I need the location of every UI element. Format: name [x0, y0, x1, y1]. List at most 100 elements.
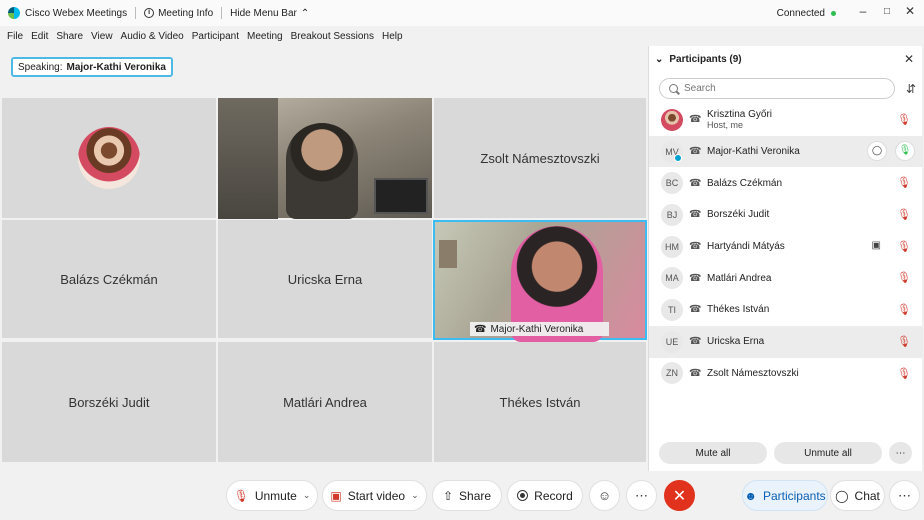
menu-view[interactable]: View	[91, 31, 113, 42]
video-background	[374, 178, 428, 214]
more-options-button[interactable]: ⋯	[626, 480, 657, 511]
mic-muted-icon[interactable]: 🎙	[897, 303, 911, 316]
video-tile-name: Balázs Czékmán	[60, 271, 158, 287]
avatar: BJ	[661, 203, 683, 226]
chevron-up-icon: ⌃	[300, 7, 310, 19]
overflow-button[interactable]: ⋯	[889, 480, 920, 511]
presence-icon	[674, 153, 682, 162]
video-tile-camera[interactable]	[218, 98, 432, 219]
close-window-icon[interactable]: ✕	[901, 4, 919, 18]
search-input[interactable]	[684, 83, 864, 94]
audio-connected-icon: ☎	[689, 367, 702, 379]
mic-muted-icon[interactable]: 🎙	[897, 113, 911, 126]
hide-menu-bar-label: Hide Menu Bar	[230, 7, 297, 19]
end-meeting-button[interactable]: ✕	[664, 480, 695, 511]
unmute-all-button[interactable]: Unmute all	[774, 442, 882, 464]
chevron-down-icon[interactable]: ⌄	[655, 54, 663, 65]
chat-button[interactable]: ◯ Chat	[830, 480, 885, 511]
video-tile[interactable]: Thékes István	[434, 342, 646, 462]
menu-meeting[interactable]: Meeting	[247, 31, 283, 42]
menu-edit[interactable]: Edit	[31, 31, 48, 42]
menu-file[interactable]: File	[7, 31, 23, 42]
participants-panel-header[interactable]: ⌄ Participants (9)	[655, 54, 742, 65]
maximize-icon[interactable]: □	[878, 6, 896, 17]
participant-row[interactable]: MV ☎ Major-Kathi Veronika ◯ 🎙	[649, 135, 923, 168]
video-tile[interactable]: Matlári Andrea	[218, 342, 432, 462]
avatar: UE	[661, 330, 683, 353]
menu-participant[interactable]: Participant	[192, 31, 239, 42]
menu-audio-video[interactable]: Audio & Video	[121, 31, 184, 42]
participant-row[interactable]: UE ☎ Uricska Erna 🎙	[649, 325, 923, 358]
video-tile-name: Major-Kathi Veronika	[490, 323, 584, 335]
record-button[interactable]: Record	[507, 480, 583, 511]
participant-row[interactable]: ☎ Krisztina Győri Host, me 🎙	[649, 104, 923, 136]
mic-muted-icon[interactable]: 🎙	[897, 240, 911, 253]
close-icon: ✕	[672, 487, 687, 505]
chevron-down-icon[interactable]: ⌄	[303, 490, 311, 501]
mic-off-icon: 🎙	[233, 488, 249, 503]
start-video-button[interactable]: ▣ Start video ⌄	[322, 480, 427, 511]
close-icon[interactable]: ✕	[904, 52, 914, 66]
search-icon	[669, 84, 678, 93]
participant-row[interactable]: ZN ☎ Zsolt Námesztovszki 🎙	[649, 358, 923, 390]
mic-muted-icon[interactable]: 🎙	[897, 367, 911, 380]
audio-connected-icon: ☎	[689, 304, 702, 316]
participant-name: Zsolt Námesztovszki	[707, 367, 799, 379]
video-tile-active-speaker[interactable]: ☎ Major-Kathi Veronika	[433, 220, 647, 342]
mute-all-button[interactable]: Mute all	[659, 442, 767, 464]
divider	[221, 7, 223, 19]
participant-name: Thékes István	[707, 304, 770, 316]
record-label: Record	[534, 488, 573, 503]
video-tile[interactable]: Borszéki Judit	[2, 342, 216, 462]
unmute-label: Unmute	[254, 488, 297, 503]
video-tile[interactable]: Zsolt Námesztovszki	[434, 98, 646, 218]
video-tile-host[interactable]	[2, 98, 216, 218]
audio-connected-icon: ☎	[689, 272, 702, 284]
sort-icon[interactable]: ⇵	[906, 82, 916, 96]
meeting-info-label: Meeting Info	[158, 7, 214, 19]
participant-row[interactable]: MA ☎ Matlári Andrea 🎙	[649, 262, 923, 294]
menu-help[interactable]: Help	[382, 31, 403, 42]
participant-row[interactable]: BJ ☎ Borszéki Judit 🎙	[649, 199, 923, 231]
video-background	[439, 240, 457, 268]
video-tile[interactable]: Balázs Czékmán	[2, 220, 216, 338]
menu-share[interactable]: Share	[56, 31, 83, 42]
avatar	[78, 127, 140, 189]
avatar: HM	[661, 235, 683, 258]
divider	[135, 7, 137, 19]
chat-bubble-icon[interactable]: ◯	[867, 140, 887, 161]
chevron-down-icon[interactable]: ⌄	[411, 490, 419, 501]
participant-row[interactable]: BC ☎ Balázs Czékmán 🎙	[649, 167, 923, 199]
unmute-button[interactable]: 🎙 Unmute ⌄	[226, 480, 318, 511]
participant-name: Uricska Erna	[707, 336, 765, 348]
mic-muted-icon[interactable]: 🎙	[897, 335, 911, 348]
participants-button[interactable]: ☻ Participants	[742, 480, 828, 511]
share-button[interactable]: ⇧ Share	[432, 480, 502, 511]
search-field[interactable]	[659, 78, 895, 99]
more-icon: ⋯	[898, 487, 911, 503]
menu-breakout-sessions[interactable]: Breakout Sessions	[291, 31, 374, 42]
title-bar: Cisco Webex Meetings i Meeting Info Hide…	[0, 0, 924, 26]
mic-muted-icon[interactable]: 🎙	[897, 271, 911, 284]
video-grid: Zsolt Námesztovszki Balázs Czékmán Urics…	[2, 98, 647, 462]
meeting-info-button[interactable]: i Meeting Info	[144, 8, 213, 19]
connection-status-label: Connected	[776, 8, 825, 19]
audio-connected-icon: ☎	[689, 336, 702, 348]
video-camera-icon: ▣	[871, 239, 881, 251]
video-tile[interactable]: Uricska Erna	[218, 220, 432, 338]
speaking-name: Major-Kathi Veronika	[66, 61, 166, 73]
smiley-icon: ☺	[597, 488, 612, 503]
mic-active-icon[interactable]: 🎙	[895, 140, 915, 161]
info-icon: i	[144, 8, 155, 18]
mic-muted-icon[interactable]: 🎙	[897, 176, 911, 189]
mic-muted-icon[interactable]: 🎙	[897, 208, 911, 221]
more-icon[interactable]: ⋯	[889, 442, 912, 464]
participant-row[interactable]: TI ☎ Thékes István 🎙	[649, 294, 923, 326]
participant-list: ☎ Krisztina Győri Host, me 🎙 MV ☎ Major-…	[649, 104, 923, 389]
reactions-button[interactable]: ☺	[589, 480, 620, 511]
hide-menu-bar-button[interactable]: Hide Menu Bar ⌃	[230, 8, 309, 19]
participant-row[interactable]: HM ☎ Hartyándi Mátyás ▣ 🎙	[649, 231, 923, 263]
minimize-icon[interactable]: –	[854, 4, 872, 18]
avatar: TI	[661, 298, 683, 321]
video-off-icon: ▣	[330, 488, 342, 503]
